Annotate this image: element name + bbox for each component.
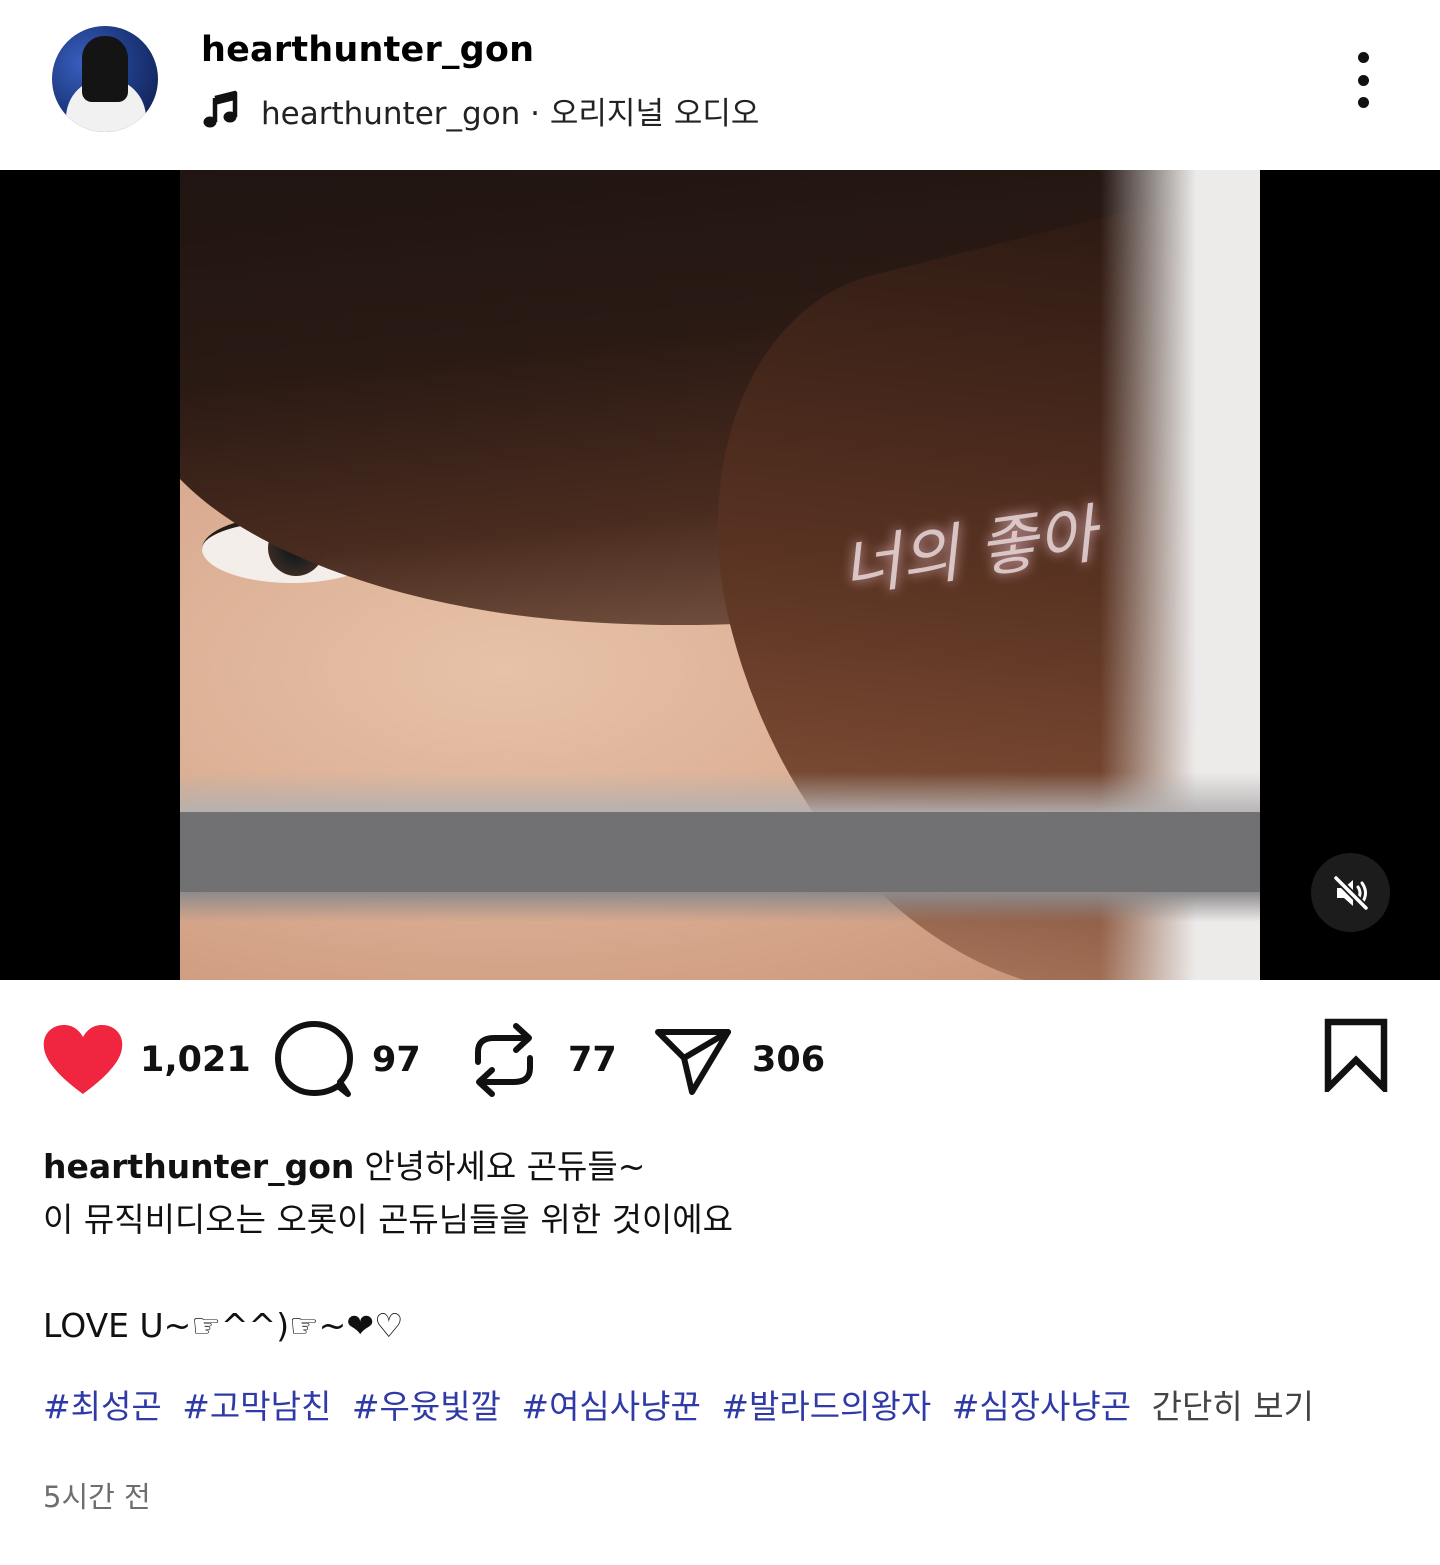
comment-button[interactable]: 97 [274, 1012, 421, 1108]
show-less-link[interactable]: 간단히 보기 [1152, 1387, 1314, 1426]
post-header: hearthunter_gon hearthunter_gon · 오리지널 오… [0, 0, 1440, 170]
more-options-button[interactable] [1340, 48, 1386, 112]
post-actions: 1,021 97 77 306 [0, 1012, 1440, 1108]
share-button[interactable]: 306 [654, 1012, 825, 1108]
video-still-bar [180, 812, 1260, 892]
hashtag-link[interactable]: #고막남친 [182, 1387, 331, 1426]
video-still-bar-blur [180, 772, 1260, 816]
repost-arrows-icon [475, 1023, 533, 1097]
bookmark-icon[interactable] [1322, 1018, 1390, 1092]
repost-count: 77 [568, 1040, 617, 1080]
more-vertical-icon [1357, 97, 1369, 108]
speaker-muted-icon [1332, 874, 1369, 911]
hashtag-list: #최성곤 #고막남친 #우윳빛깔 #여심사냥꾼 #발라드의왕자 #심장사냥곤 간… [43, 1380, 1403, 1433]
hashtag-link[interactable]: #심장사냥곤 [952, 1387, 1131, 1426]
audio-label: hearthunter_gon · 오리지널 오디오 [261, 95, 760, 132]
video-still-bar-blur [180, 892, 1260, 922]
hashtag-link[interactable]: #여심사냥꾼 [521, 1387, 700, 1426]
video-frame[interactable]: 너의 좋아 [180, 170, 1260, 980]
comment-count: 97 [372, 1040, 421, 1080]
video-player[interactable]: 너의 좋아 [0, 170, 1440, 980]
paper-plane-icon [655, 1029, 731, 1095]
post-caption: hearthunter_gon 안녕하세요 곤듀들~ 이 뮤직비디오는 오롯이 곤… [43, 1140, 1403, 1433]
caption-text-line1: 안녕하세요 곤듀들~ [364, 1147, 646, 1186]
share-count: 306 [752, 1040, 826, 1080]
post-timestamp: 5시간 전 [43, 1480, 151, 1514]
caption-username[interactable]: hearthunter_gon [43, 1147, 354, 1186]
speech-bubble-icon [275, 1021, 353, 1097]
hashtag-link[interactable]: #발라드의왕자 [721, 1387, 931, 1426]
like-count: 1,021 [140, 1040, 251, 1080]
like-button[interactable]: 1,021 [42, 1012, 251, 1108]
caption-first-line: hearthunter_gon 안녕하세요 곤듀들~ [43, 1140, 1403, 1193]
avatar[interactable] [52, 26, 158, 132]
hashtag-link[interactable]: #우윳빛깔 [352, 1387, 501, 1426]
repost-button[interactable]: 77 [470, 1012, 617, 1108]
caption-text-line3: LOVE U~☞^^)☞~❤♡ [43, 1306, 404, 1345]
hashtag-link[interactable]: #최성곤 [43, 1387, 162, 1426]
username[interactable]: hearthunter_gon [201, 30, 534, 70]
caption-text-line2: 이 뮤직비디오는 오롯이 곤듀님들을 위한 것이에요 [43, 1200, 734, 1239]
heart-filled-icon [43, 1025, 123, 1094]
mute-toggle-button[interactable] [1311, 853, 1390, 932]
music-note-icon [203, 90, 238, 128]
avatar-hair [82, 36, 128, 102]
more-vertical-icon [1357, 74, 1369, 86]
more-vertical-icon [1357, 52, 1369, 63]
audio-info[interactable]: hearthunter_gon · 오리지널 오디오 [201, 88, 759, 132]
